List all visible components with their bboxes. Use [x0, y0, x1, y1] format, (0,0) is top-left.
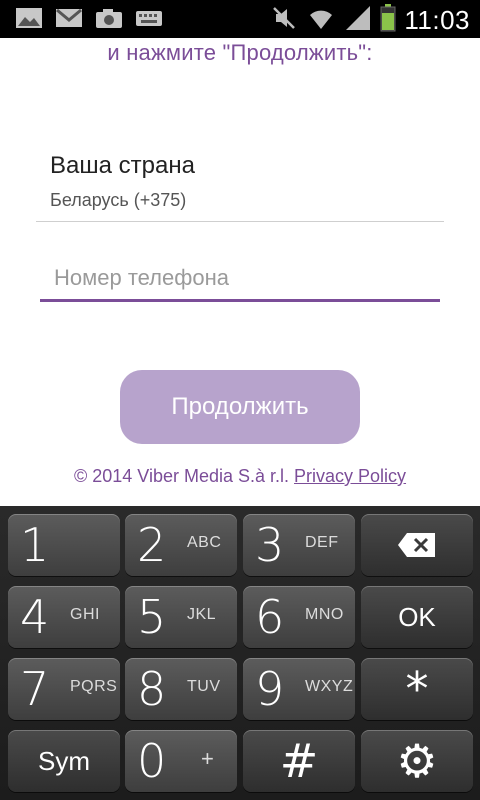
key-3[interactable]: 3 DEF: [243, 514, 355, 576]
key-letters: MNO: [305, 606, 344, 623]
key-plus: +: [201, 746, 214, 771]
key-digit: 3: [255, 518, 285, 572]
sym-label: Sym: [38, 745, 90, 776]
key-digit: 0: [137, 734, 167, 788]
keyboard-icon: [134, 6, 164, 30]
key-letters: GHI: [70, 606, 100, 623]
mute-icon: [270, 5, 298, 36]
instruction-text: и нажмите "Продолжить":: [107, 40, 373, 65]
key-digit: 9: [255, 662, 285, 716]
key-letters: PQRS: [70, 678, 118, 695]
key-6[interactable]: 6 MNO: [243, 586, 355, 648]
gear-icon: ⚙: [396, 734, 438, 788]
key-1[interactable]: 1: [8, 514, 120, 576]
notification-icons: [14, 6, 164, 30]
key-0[interactable]: 0 +: [125, 730, 237, 792]
sym-key[interactable]: Sym: [8, 730, 120, 792]
backspace-icon: [361, 514, 473, 576]
clock: 11:03: [404, 5, 470, 35]
key-digit: 4: [20, 590, 50, 644]
ok-label: OK: [398, 601, 436, 632]
key-9[interactable]: 9 WXYZ: [243, 658, 355, 720]
key-letters: WXYZ: [305, 678, 354, 695]
privacy-policy-link[interactable]: Privacy Policy: [294, 466, 406, 486]
key-letters: ABC: [187, 534, 222, 551]
wifi-icon: [306, 5, 336, 36]
key-7[interactable]: 7 PQRS: [8, 658, 120, 720]
settings-key[interactable]: ⚙: [361, 730, 473, 792]
continue-button[interactable]: Продолжить: [120, 370, 360, 444]
key-digit: 2: [137, 518, 167, 572]
hash-key[interactable]: #: [243, 730, 355, 792]
key-2[interactable]: 2 ABC: [125, 514, 237, 576]
backspace-key[interactable]: [361, 514, 473, 576]
key-8[interactable]: 8 TUV: [125, 658, 237, 720]
status-icons: 11:03: [270, 4, 470, 37]
key-5[interactable]: 5 JKL: [125, 586, 237, 648]
key-4[interactable]: 4 GHI: [8, 586, 120, 648]
copyright-text: © 2014 Viber Media S.à r.l.: [73, 466, 295, 486]
battery-icon: [380, 4, 396, 37]
status-bar: 11:03: [0, 0, 480, 38]
key-digit: 5: [137, 590, 167, 644]
country-title: Ваша страна: [50, 152, 195, 179]
country-value: Беларусь (+375): [50, 190, 187, 210]
gallery-icon: [14, 6, 44, 30]
phone-number-input[interactable]: [40, 256, 440, 302]
key-letters: JKL: [187, 606, 217, 623]
hash-label: #: [279, 734, 319, 788]
signal-icon: [344, 5, 372, 36]
key-digit: 7: [20, 662, 50, 716]
gmail-icon: [54, 6, 84, 30]
numeric-keyboard: 1 2 ABC 3 DEF 4 GHI 5 JKL 6 MNO OK 7 PQR…: [0, 506, 480, 800]
asterisk-label: *: [405, 662, 429, 716]
copyright-footer: © 2014 Viber Media S.à r.l. Privacy Poli…: [0, 466, 480, 487]
asterisk-key[interactable]: *: [361, 658, 473, 720]
ok-key[interactable]: OK: [361, 586, 473, 648]
key-letters: TUV: [187, 678, 221, 695]
key-digit: 6: [255, 590, 285, 644]
key-digit: 8: [137, 662, 167, 716]
key-letters: DEF: [305, 534, 339, 551]
camera-icon: [94, 6, 124, 30]
key-digit: 1: [20, 518, 50, 572]
country-selector[interactable]: Ваша страна Беларусь (+375): [36, 150, 444, 222]
